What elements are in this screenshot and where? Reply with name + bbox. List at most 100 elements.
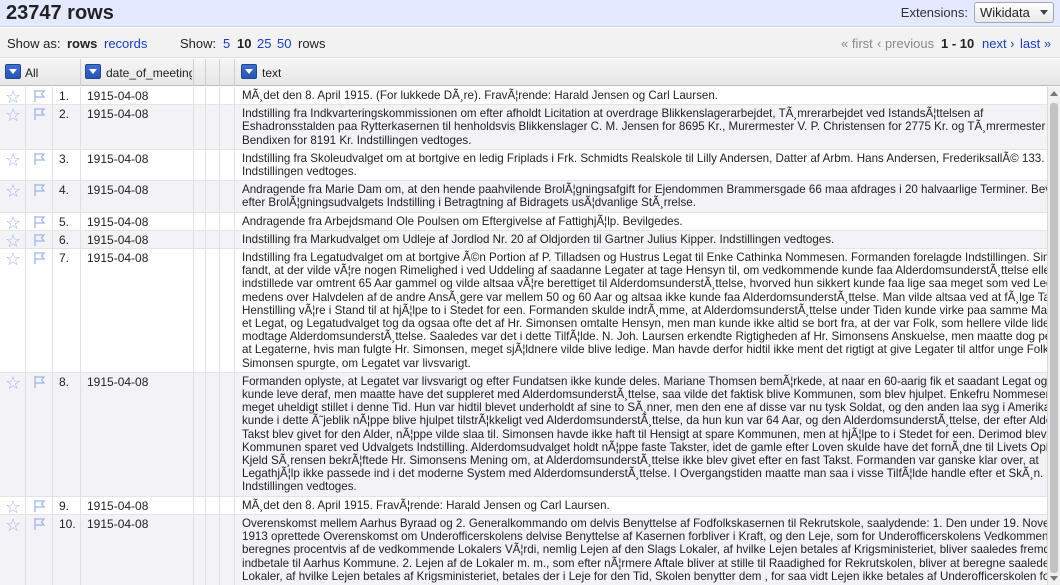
previous-page-link[interactable]: ‹ previous [877, 36, 934, 51]
top-header: 23747 rows Extensions: Wikidata [0, 0, 1060, 27]
column-divider [234, 59, 235, 86]
text-line: Andragende fra Marie Dam om, at den hend… [242, 183, 1047, 197]
star-icon[interactable]: ☆ [5, 106, 21, 124]
column-all-label: All [25, 66, 39, 80]
page-size-10[interactable]: 10 [237, 36, 251, 51]
show-as-label: Show as: [7, 36, 61, 51]
star-icon[interactable]: ☆ [5, 214, 21, 232]
first-page-link[interactable]: « first [841, 36, 873, 51]
star-icon[interactable]: ☆ [5, 374, 21, 392]
date-cell[interactable]: 1915-04-08 [87, 215, 148, 229]
column-date-label: date_of_meeting [106, 66, 192, 80]
flag-icon[interactable] [32, 499, 46, 513]
text-cell[interactable]: Indstilling fra Markudvalget om Udleje a… [242, 231, 1047, 248]
star-icon[interactable]: ☆ [5, 182, 21, 200]
view-rows-option[interactable]: rows [67, 36, 97, 51]
scroll-down-arrow-icon[interactable] [1050, 576, 1058, 581]
flag-icon[interactable] [32, 183, 46, 197]
row-number: 5. [59, 214, 70, 229]
text-line: Andragende fra Arbejdsmand Ole Poulsen o… [242, 214, 683, 228]
date-cell[interactable]: 1915-04-08 [87, 233, 148, 247]
grid-line [205, 87, 206, 585]
date-cell[interactable]: 1915-04-08 [87, 375, 148, 389]
table-row: ☆ 9. 1915-04-08 MÃ¸det den 8. April 1915. F… [0, 496, 1047, 516]
column-header-row: All date_of_meeting text [0, 59, 1060, 86]
row-number: 2. [59, 107, 70, 122]
grid-line [80, 87, 81, 585]
text-line: Formanden oplyste, at Legatet var livsva… [242, 374, 1047, 388]
text-cell[interactable]: Formanden oplyste, at Legatet var livsva… [242, 373, 1047, 496]
flag-icon[interactable] [32, 107, 46, 121]
flag-icon[interactable] [32, 233, 46, 247]
table-row: ☆ 2. 1915-04-08 Indstilling fra Indkvarteri… [0, 105, 1047, 150]
text-cell[interactable]: Overenskomst mellem Aarhus Byraad og 2. … [242, 515, 1047, 585]
star-icon[interactable]: ☆ [5, 151, 21, 169]
page-size-25[interactable]: 25 [257, 36, 271, 51]
triangle-down-icon [9, 69, 17, 74]
view-records-link[interactable]: records [104, 36, 147, 51]
text-line: at Legaterne, hvis man fulgte Hr. Simons… [242, 343, 1047, 357]
flag-icon[interactable] [32, 152, 46, 166]
star-icon[interactable]: ☆ [5, 498, 21, 516]
star-icon[interactable]: ☆ [5, 250, 21, 268]
page-size-50[interactable]: 50 [277, 36, 291, 51]
flag-icon[interactable] [32, 517, 46, 531]
row-number: 6. [59, 232, 70, 247]
text-cell[interactable]: MÃ¸det den 8. April 1915. (For lukkede D… [242, 87, 1047, 104]
grid-line [219, 87, 220, 585]
next-page-link[interactable]: next › [982, 36, 1015, 51]
table-row: ☆ 3. 1915-04-08 Indstilling fra Skoleudvalg… [0, 149, 1047, 182]
date-cell[interactable]: 1915-04-08 [87, 183, 148, 197]
row-number: 8. [59, 374, 70, 389]
date-cell[interactable]: 1915-04-08 [87, 251, 148, 265]
vertical-scrollbar[interactable] [1047, 87, 1060, 585]
flag-icon[interactable] [32, 89, 46, 103]
text-line: Bendixen for 8191 Kr. Indstillingen vedt… [242, 133, 472, 147]
text-line: Takst blev givet for den Alder, nÃ¦ppe v… [242, 427, 1047, 441]
text-cell[interactable]: Andragende fra Marie Dam om, at den hend… [242, 181, 1047, 211]
star-icon[interactable]: ☆ [5, 88, 21, 106]
star-icon[interactable]: ☆ [5, 232, 21, 250]
scrollbar-thumb[interactable] [1050, 103, 1058, 573]
date-cell[interactable]: 1915-04-08 [87, 517, 148, 531]
flag-icon[interactable] [32, 375, 46, 389]
table-row: ☆ 7. 1915-04-08 Indstilling fra Legatudvalg… [0, 249, 1047, 373]
text-cell[interactable]: Indstilling fra Skoleudvalget om at bort… [242, 150, 1047, 180]
date-cell[interactable]: 1915-04-08 [87, 499, 148, 513]
grid-line [52, 87, 53, 585]
date-cell[interactable]: 1915-04-08 [87, 89, 148, 103]
column-divider [219, 59, 220, 86]
star-icon[interactable]: ☆ [5, 516, 21, 534]
page-range: 1 - 10 [941, 36, 975, 51]
column-divider [193, 59, 194, 86]
all-column-menu-button[interactable] [5, 64, 21, 79]
page-size-5[interactable]: 5 [223, 36, 230, 51]
date-column-menu-button[interactable] [85, 64, 101, 79]
scroll-up-arrow-icon[interactable] [1050, 91, 1058, 96]
flag-icon[interactable] [32, 215, 46, 229]
text-cell[interactable]: Andragende fra Arbejdsmand Ole Poulsen o… [242, 213, 1047, 230]
text-cell[interactable]: MÃ¸det den 8. April 1915. FravÃ¦rende: H… [242, 497, 1047, 514]
text-line: 1913 oprettede Overenskomst om Underoffi… [242, 530, 1047, 544]
text-column-menu-button[interactable] [241, 64, 257, 79]
date-cell[interactable]: 1915-04-08 [87, 107, 148, 121]
date-cell[interactable]: 1915-04-08 [87, 152, 148, 166]
text-line: kunde i dette Ã˜jeblik nÃ¦ppe blive hjul… [242, 414, 1047, 428]
last-page-link[interactable]: last » [1020, 36, 1051, 51]
text-line: Lokaler, af hvilke Lejen betales af Krig… [242, 569, 1047, 583]
column-text-label: text [262, 66, 282, 80]
text-cell[interactable]: Indstilling fra Legatudvalget om at bort… [242, 249, 1047, 372]
row-number: 10. [59, 516, 76, 531]
text-cell[interactable]: Indstilling fra Indkvarteringskommission… [242, 105, 1047, 149]
text-line: Eshadronsstalden paa Rytterkasernen til … [242, 120, 1047, 134]
text-line: beregnes procentvis af de vedkommende Lo… [242, 543, 1047, 557]
flag-icon[interactable] [32, 251, 46, 265]
text-line: efter BrolÃ¦gningsudvalgets Indstilling … [242, 196, 696, 210]
table-row: ☆ 5. 1915-04-08 Andragende fra Arbejdsmand … [0, 212, 1047, 232]
extensions-dropdown[interactable]: Wikidata [974, 2, 1054, 23]
text-line: Indstillingen vedtoges. [242, 165, 357, 179]
row-number: 7. [59, 251, 70, 266]
text-line: Simonsen spurgte, om Legatet var livsvar… [242, 356, 471, 370]
text-line: Henstilling vÃ¦re i Stand til at hjÃ¦lpe… [242, 303, 1047, 317]
row-number: 9. [59, 498, 70, 513]
